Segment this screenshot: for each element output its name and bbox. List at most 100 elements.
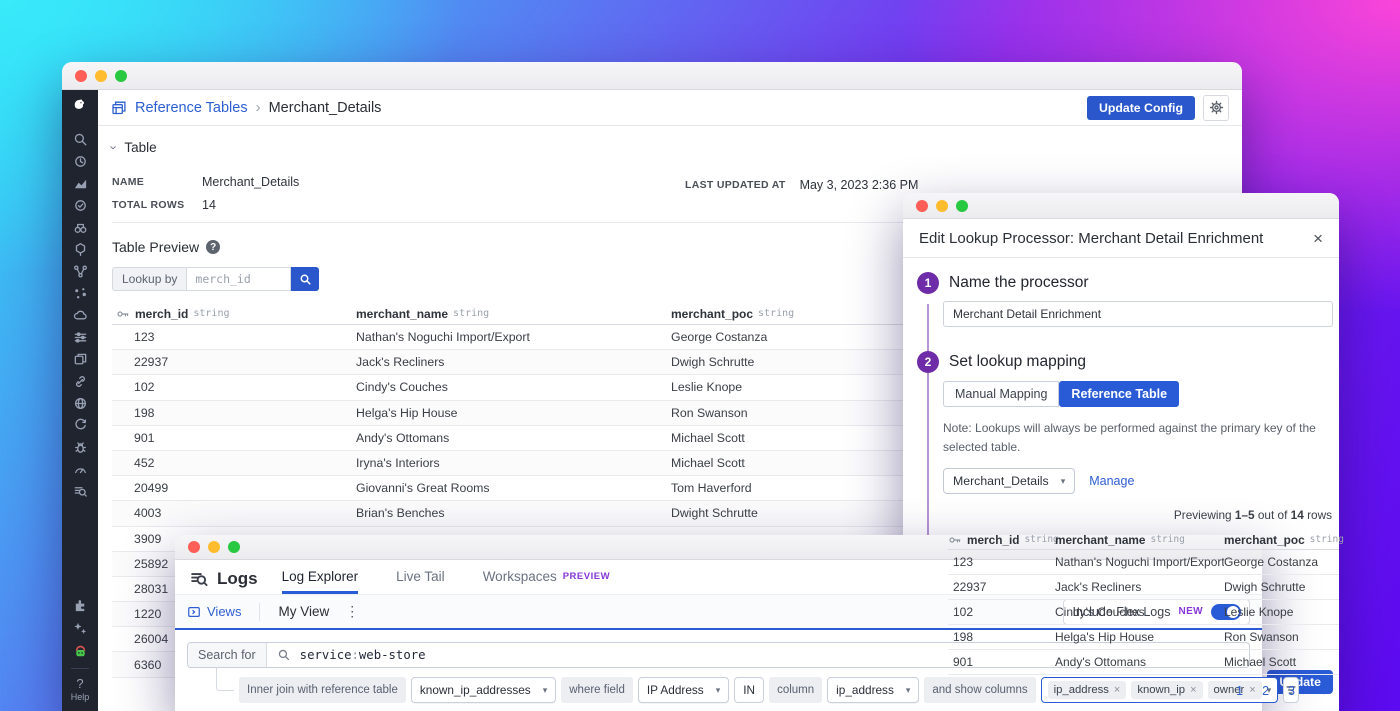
help-icon: ? (76, 676, 83, 691)
close-window-button[interactable] (916, 200, 928, 212)
service-map-icon[interactable] (72, 373, 88, 389)
close-icon[interactable]: × (1313, 230, 1323, 247)
metrics-icon[interactable] (72, 175, 88, 191)
lookup-search-button[interactable] (291, 267, 319, 291)
tab-live-tail[interactable]: Live Tail (396, 560, 445, 594)
integrations-icon[interactable] (72, 598, 88, 614)
column-name: merchant_poc (671, 307, 753, 321)
tab-workspaces[interactable]: WorkspacesPREVIEW (483, 560, 610, 594)
apm-icon[interactable] (72, 263, 88, 279)
bits-ai-icon[interactable] (72, 644, 88, 660)
table-row[interactable]: 901Andy's OttomansMichael Scott (948, 650, 1339, 675)
synthetics-icon[interactable] (72, 395, 88, 411)
table-body: 123Nathan's Noguchi Import/ExportGeorge … (948, 550, 1339, 675)
column-header-merchant_name[interactable]: merchant_namestring (1055, 533, 1224, 547)
table-cell: Andy's Ottomans (1055, 655, 1224, 669)
tab-log-explorer[interactable]: Log Explorer (282, 560, 359, 594)
breadcrumb-section[interactable]: Reference Tables (135, 100, 248, 116)
lookup-input[interactable] (186, 267, 291, 291)
log-explorer-icon[interactable] (72, 483, 88, 499)
performance-icon[interactable] (72, 461, 88, 477)
close-window-button[interactable] (188, 541, 200, 553)
next-page-icon[interactable]: → (1314, 682, 1329, 699)
minimize-window-button[interactable] (208, 541, 220, 553)
ci-cd-icon[interactable] (72, 307, 88, 323)
log-pipelines-icon[interactable] (72, 329, 88, 345)
zoom-window-button[interactable] (115, 70, 127, 82)
tab-label: Live Tail (396, 569, 445, 584)
update-config-button[interactable]: Update Config (1087, 96, 1195, 120)
table-section-header[interactable]: › Table (112, 140, 1228, 155)
key-icon (948, 533, 962, 547)
preview-badge: PREVIEW (563, 571, 610, 582)
dashboards-icon[interactable] (72, 351, 88, 367)
processes-icon[interactable] (72, 285, 88, 301)
current-view-label[interactable]: My View (278, 604, 329, 619)
kebab-menu-icon[interactable]: ⋮ (345, 603, 359, 620)
breadcrumb-page: Merchant_Details (269, 100, 382, 116)
manage-link[interactable]: Manage (1089, 474, 1134, 488)
table-row[interactable]: 22937Jack's ReclinersDwigh Schrutte (948, 575, 1339, 600)
column-type: string (1310, 534, 1344, 545)
infrastructure-icon[interactable] (72, 241, 88, 257)
column-header-merch_id[interactable]: merch_idstring (112, 307, 356, 321)
page-3[interactable]: 3 (1288, 684, 1295, 698)
help-circle-icon[interactable]: ? (206, 240, 220, 254)
datadog-sidebar: ? Help (62, 90, 98, 711)
copilot-icon[interactable] (72, 621, 88, 637)
table-cell: Cindy's Couches (1055, 605, 1224, 619)
history-icon[interactable] (72, 153, 88, 169)
security-icon[interactable] (72, 439, 88, 455)
logs-tabs: Log Explorer Live Tail WorkspacesPREVIEW (282, 560, 610, 594)
table-cell: Jack's Recliners (1055, 580, 1224, 594)
window-titlebar (62, 62, 1242, 90)
column-header-merch_id[interactable]: merch_idstring (948, 533, 1055, 547)
column-type: string (193, 308, 229, 319)
zoom-window-button[interactable] (956, 200, 968, 212)
dropdown-known_ip_addresses[interactable]: known_ip_addresses▾ (411, 677, 556, 703)
mapping-mode-switch: Manual MappingReference Table (943, 381, 1339, 407)
gear-icon[interactable] (1203, 95, 1229, 121)
zoom-window-button[interactable] (228, 541, 240, 553)
table-preview-title: Table Preview (112, 239, 199, 255)
table-cell: 22937 (112, 355, 356, 369)
search-icon[interactable] (72, 131, 88, 147)
dropdown-ip-address[interactable]: IP Address▾ (638, 677, 729, 703)
minimize-window-button[interactable] (936, 200, 948, 212)
table-cell: 123 (948, 555, 1055, 569)
lookup-note: Note: Lookups will always be performed a… (943, 419, 1327, 456)
query-text[interactable]: service:web-store (300, 648, 426, 662)
column-name: merchant_poc (1224, 533, 1305, 547)
watchdog-icon[interactable] (72, 219, 88, 235)
chevron-down-icon: › (107, 145, 122, 149)
close-window-button[interactable] (75, 70, 87, 82)
workflows-icon[interactable] (72, 417, 88, 433)
table-row[interactable]: 123Nathan's Noguchi Import/ExportGeorge … (948, 550, 1339, 575)
table-cell: Nathan's Noguchi Import/Export (356, 330, 671, 344)
column-header-merchant_poc[interactable]: merchant_poc string (1224, 533, 1344, 547)
pagination: 1 2 3 → (903, 682, 1339, 699)
column-type: string (758, 308, 794, 319)
processor-name-input[interactable] (943, 301, 1333, 327)
reference-table-select[interactable]: Merchant_Details ▾ (943, 468, 1075, 494)
table-cell: George Costanza (1224, 555, 1339, 569)
page-1[interactable]: 1 (1236, 684, 1243, 698)
views-button[interactable]: Views (187, 604, 241, 619)
table-row[interactable]: 102Cindy's CouchesLeslie Knope (948, 600, 1339, 625)
table-cell: Iryna's Interiors (356, 456, 671, 470)
column-header-merchant_name[interactable]: merchant_namestring (356, 307, 671, 321)
operator-in[interactable]: IN (734, 677, 764, 703)
mapping-option-reference-table[interactable]: Reference Table (1059, 381, 1179, 407)
table-row[interactable]: 198Helga's Hip HouseRon Swanson (948, 625, 1339, 650)
monitors-icon[interactable] (72, 197, 88, 213)
query-facet: service (300, 648, 352, 662)
total-rows-label: TOTAL ROWS (112, 199, 202, 211)
sidebar-help[interactable]: ? Help (71, 677, 90, 703)
tab-label: Log Explorer (282, 569, 359, 584)
mapping-option-manual-mapping[interactable]: Manual Mapping (943, 381, 1059, 407)
datadog-logo-icon[interactable] (72, 97, 88, 113)
page-2[interactable]: 2 (1262, 684, 1269, 698)
minimize-window-button[interactable] (95, 70, 107, 82)
modal-preview-table: merch_idstringmerchant_namestringmerchan… (903, 530, 1339, 675)
column-type: string (453, 308, 489, 319)
